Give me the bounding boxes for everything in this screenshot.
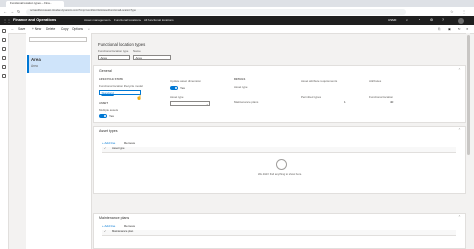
select-all-checkbox[interactable]: ✓ bbox=[104, 230, 106, 233]
maintenance-plans-section: Maintenance plans ⌃ + Add line Remove ✓ … bbox=[93, 213, 466, 249]
chevron-up-icon[interactable]: ⌃ bbox=[458, 68, 461, 72]
asset-type-field[interactable]: ⌄ bbox=[170, 101, 210, 106]
delete-button[interactable]: Delete bbox=[46, 27, 55, 31]
address-bar[interactable]: ocrsandboxuseast.cloudax.dynamics.com/?c… bbox=[26, 8, 406, 15]
back-icon[interactable]: ← bbox=[3, 9, 7, 14]
selection-indicator bbox=[27, 55, 29, 73]
menu-icon[interactable]: ⋮ bbox=[462, 9, 466, 14]
multiple-assets-value: Yes bbox=[109, 113, 114, 118]
update-dimension-value: Yes bbox=[180, 85, 185, 90]
gear-icon[interactable]: ⚙ bbox=[430, 18, 433, 23]
filter-input[interactable] bbox=[29, 37, 87, 42]
asset-types-section: Asset types ⌃ + Add line Remove ✓ Asset … bbox=[93, 126, 466, 194]
maintenance-plans-add-button[interactable]: + Add line bbox=[102, 225, 115, 228]
breadcrumb-item-all-functional-locations[interactable]: All functional locations bbox=[144, 19, 174, 22]
scrollbar-thumb[interactable] bbox=[466, 35, 470, 155]
asset-type-column-header[interactable]: Asset type bbox=[112, 147, 125, 151]
type-label: Functional location type bbox=[98, 49, 129, 53]
search-icon[interactable]: ⌕ bbox=[88, 27, 90, 31]
breadcrumb-separator: › bbox=[140, 18, 141, 22]
close-icon[interactable]: ✕ bbox=[466, 27, 469, 31]
permitted-types-label: Permitted types bbox=[301, 95, 322, 99]
asset-section-title: ASSET bbox=[99, 102, 108, 105]
browser-tab-title: Functional location types -- Fina... bbox=[10, 1, 52, 6]
empty-state-text: We didn't find anything to show here. bbox=[258, 173, 302, 176]
page-title: Functional location types bbox=[98, 42, 146, 47]
asset-types-remove-button[interactable]: Remove bbox=[124, 142, 135, 145]
asset-types-header[interactable]: Asset types bbox=[99, 129, 118, 134]
asset-types-grid-header: ✓ Asset type bbox=[102, 147, 456, 153]
maintenance-plans-header[interactable]: Maintenance plans bbox=[99, 216, 129, 221]
options-button[interactable]: Options bbox=[72, 27, 83, 31]
list-item[interactable]: Area Area bbox=[27, 55, 90, 73]
list-item-title: Area bbox=[31, 57, 41, 62]
lifecycle-model-field[interactable]: Standard bbox=[99, 90, 141, 95]
workspaces-icon[interactable] bbox=[2, 65, 6, 69]
lifecycle-model-value: Standard bbox=[101, 90, 114, 95]
multiple-assets-toggle[interactable] bbox=[99, 114, 107, 118]
star-icon[interactable] bbox=[2, 47, 6, 51]
company-selector[interactable]: USMF bbox=[388, 19, 397, 22]
breadcrumb-separator: › bbox=[110, 18, 111, 22]
app-launcher-icon[interactable]: ⋮⋮ bbox=[3, 18, 11, 23]
name-field[interactable]: Area bbox=[133, 55, 171, 60]
copy-button[interactable]: Copy bbox=[61, 27, 68, 31]
modules-icon[interactable] bbox=[2, 74, 6, 78]
maintenance-plans-grid-header: ✓ Maintenance plan bbox=[102, 230, 456, 236]
new-button[interactable]: + New bbox=[32, 27, 41, 31]
address-url: ocrsandboxuseast.cloudax.dynamics.com/?c… bbox=[30, 8, 136, 12]
type-field[interactable]: Area bbox=[98, 55, 130, 60]
office-icon[interactable]: ▣ bbox=[448, 27, 451, 31]
details-maintenance-plans: Maintenance plans bbox=[234, 100, 259, 104]
select-all-checkbox[interactable]: ✓ bbox=[104, 147, 106, 150]
update-dimension-toggle[interactable] bbox=[170, 86, 178, 90]
type-field-value: Area bbox=[100, 55, 107, 60]
breadcrumb-item-functional-locations[interactable]: Functional locations bbox=[114, 19, 141, 22]
star-icon[interactable]: ☆ bbox=[450, 9, 454, 14]
recent-icon[interactable] bbox=[2, 56, 6, 60]
pointer-cursor-icon: ☝ bbox=[136, 95, 143, 101]
general-section: General ⌃ LIFECYCLE STATE Functional loc… bbox=[93, 65, 466, 123]
hamburger-icon[interactable] bbox=[2, 29, 6, 33]
details-asset-type: Asset type bbox=[234, 85, 248, 89]
nav-rail bbox=[0, 25, 9, 249]
attach-icon[interactable]: ⎘ bbox=[438, 27, 441, 31]
save-button[interactable]: Save bbox=[18, 27, 25, 31]
attributes-label: Attributes bbox=[369, 79, 382, 83]
asset-types-add-button[interactable]: + Add line bbox=[102, 142, 115, 145]
forward-icon[interactable]: → bbox=[10, 9, 14, 14]
permitted-types-value: 1 bbox=[344, 100, 346, 104]
search-icon[interactable]: ⌕ bbox=[406, 18, 408, 23]
refresh-icon[interactable]: ↻ bbox=[458, 27, 461, 31]
chevron-down-icon: ⌄ bbox=[206, 101, 209, 106]
name-label: Name bbox=[133, 49, 141, 53]
back-arrow-icon[interactable]: ← bbox=[11, 27, 14, 31]
functional-location-value: 40 bbox=[390, 100, 394, 104]
details-section-title: DETAILS bbox=[234, 78, 246, 81]
app-name: Finance and Operations bbox=[13, 18, 57, 22]
name-field-value: Area bbox=[135, 55, 142, 60]
list-item-subtitle: Area bbox=[31, 64, 38, 68]
empty-state-icon bbox=[276, 159, 287, 170]
refresh-icon[interactable]: ↻ bbox=[17, 9, 20, 14]
avatar[interactable] bbox=[458, 17, 464, 24]
chevron-up-icon[interactable]: ⌃ bbox=[458, 215, 461, 219]
chevron-up-icon[interactable]: ⌃ bbox=[458, 128, 461, 132]
update-dimension-label: Update asset dimension bbox=[170, 79, 202, 83]
lifecycle-section-title: LIFECYCLE STATE bbox=[99, 78, 124, 81]
maintenance-plan-column-header[interactable]: Maintenance plan bbox=[112, 230, 133, 234]
lifecycle-model-label: Functional location lifecycle model bbox=[99, 84, 143, 88]
multiple-assets-label: Multiple assets bbox=[99, 108, 119, 112]
general-header[interactable]: General bbox=[99, 69, 112, 74]
breadcrumb-item-asset-management[interactable]: Asset management bbox=[84, 19, 110, 22]
functional-location-label: Functional location bbox=[369, 95, 394, 99]
maintenance-plans-remove-button[interactable]: Remove bbox=[124, 225, 135, 228]
help-icon[interactable]: ? bbox=[442, 18, 444, 23]
browser-tab-bar: Functional location types -- Fina... bbox=[0, 0, 474, 7]
app-header: ⋮⋮ Finance and Operations Asset manageme… bbox=[0, 16, 474, 25]
asset-attr-req-label: Asset attribute requirements bbox=[301, 79, 338, 83]
bell-icon[interactable]: ◔ bbox=[418, 18, 420, 23]
asset-type-label: Asset type bbox=[170, 95, 184, 99]
home-icon[interactable] bbox=[2, 38, 6, 42]
